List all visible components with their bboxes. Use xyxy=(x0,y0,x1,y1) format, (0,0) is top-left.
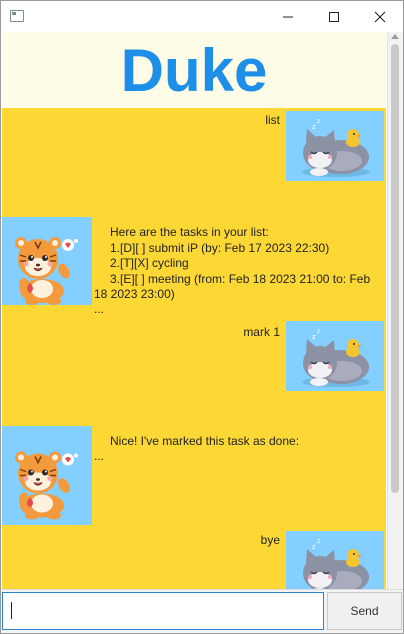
svg-text:z: z xyxy=(312,543,316,551)
svg-text:z: z xyxy=(317,328,320,335)
app-icon xyxy=(10,10,24,22)
duke-message-line: ... xyxy=(94,449,105,463)
app-title: Duke xyxy=(120,37,268,104)
minimize-icon xyxy=(283,16,293,17)
tiger-cub-avatar xyxy=(15,237,78,305)
svg-text:z: z xyxy=(317,538,320,545)
sleeping-cat-avatar: z z xyxy=(302,328,370,387)
text-caret xyxy=(11,602,12,619)
user-message-text: bye xyxy=(260,533,280,547)
maximize-icon xyxy=(329,11,339,22)
duke-message-line: Here are the tasks in your list: xyxy=(110,225,269,239)
user-message-text: mark 1 xyxy=(243,325,280,339)
close-icon xyxy=(374,11,386,22)
scroll-up-arrow-icon[interactable] xyxy=(391,34,399,39)
duke-message-line: 2.[T][X] cycling xyxy=(110,256,189,270)
svg-text:z: z xyxy=(312,123,316,131)
close-button[interactable] xyxy=(357,1,403,32)
svg-text:z: z xyxy=(312,333,316,341)
maximize-button[interactable] xyxy=(311,1,357,32)
duke-message-line: ... xyxy=(94,302,105,316)
tiger-cub-avatar xyxy=(15,451,78,520)
input-bar: Send xyxy=(1,589,403,633)
duke-dialog-box: Nice! I've marked this task as done: ... xyxy=(2,424,386,525)
duke-message-line: 18 2023 23:00) xyxy=(94,287,175,301)
user-dialog-box: list z z xyxy=(2,108,386,184)
user-avatar: z z xyxy=(286,321,384,391)
duke-message-line: Nice! I've marked this task as done: xyxy=(110,434,300,448)
sleeping-cat-avatar: z z xyxy=(302,118,370,177)
duke-message-line: 1.[D][ ] submit iP (by: Feb 17 2023 22:3… xyxy=(110,241,330,255)
app-header: Duke xyxy=(2,32,386,108)
user-avatar: z z xyxy=(286,111,384,181)
title-bar xyxy=(1,1,403,32)
user-dialog-box: mark 1 z z xyxy=(2,319,386,395)
duke-avatar xyxy=(2,426,92,525)
app-window: Duke list z z Here are the tasks in your… xyxy=(0,0,404,634)
user-input-field[interactable] xyxy=(2,592,324,630)
user-dialog-box: bye z z xyxy=(2,528,386,589)
minimize-button[interactable] xyxy=(265,1,311,32)
svg-text:z: z xyxy=(317,118,320,125)
duke-avatar xyxy=(2,217,92,305)
duke-message-line: 3.[E][ ] meeting (from: Feb 18 2023 21:0… xyxy=(110,272,371,286)
user-message-text: list xyxy=(265,113,280,127)
dialog-container[interactable]: list z z Here are the tasks in your list… xyxy=(2,108,386,589)
duke-dialog-box: Here are the tasks in your list: 1.[D][ … xyxy=(2,215,386,316)
vertical-scrollbar[interactable] xyxy=(387,32,403,589)
sleeping-cat-avatar: z z xyxy=(303,538,369,589)
send-button[interactable]: Send xyxy=(327,592,402,630)
user-avatar: z z xyxy=(286,531,384,589)
scrollbar-thumb[interactable] xyxy=(391,44,399,493)
